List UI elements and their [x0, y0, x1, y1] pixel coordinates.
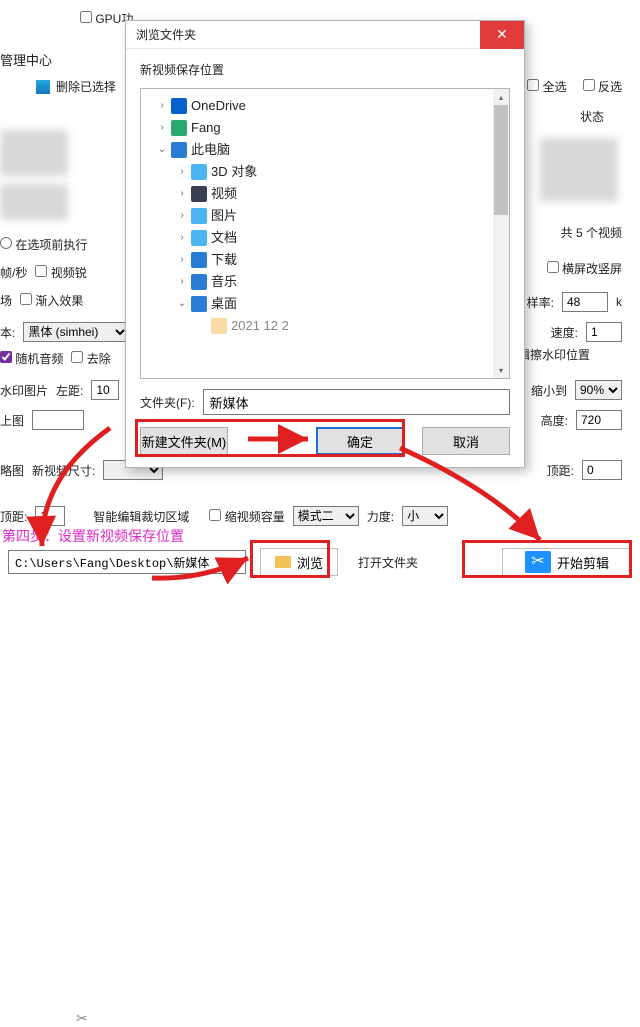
picture-icon [191, 208, 207, 224]
sample-rate-input[interactable] [562, 292, 608, 312]
ok-button[interactable]: 确定 [316, 427, 404, 455]
list-icon [36, 80, 50, 94]
erase-wm-label: 辑擦水印位置 [518, 346, 590, 363]
dialog-subtitle: 新视频保存位置 [140, 61, 510, 78]
random-audio-checkbox[interactable]: 随机音频 [0, 350, 63, 367]
folder-label: 文件夹(F): [140, 394, 195, 411]
cube-icon [191, 164, 207, 180]
top-input-2[interactable] [582, 460, 622, 480]
browse-button[interactable]: 浏览 [260, 548, 338, 576]
tree-node-dated[interactable]: 2021 12 2 [147, 315, 489, 337]
chevron-right-icon: › [177, 183, 187, 205]
select-all-checkbox[interactable]: 全选 [527, 78, 566, 95]
chevron-down-icon: ⌄ [177, 293, 187, 315]
scissors-icon [525, 551, 551, 573]
tree-node-pictures[interactable]: ›图片 [147, 205, 489, 227]
remove-checkbox[interactable]: 去除 [71, 350, 110, 367]
shrink-select[interactable]: 90% [575, 380, 622, 400]
top-label: 顶距: [0, 508, 27, 525]
computer-icon [171, 142, 187, 158]
tree-node-this-pc[interactable]: ⌄此电脑 [147, 139, 489, 161]
scene-label: 场 [0, 292, 12, 309]
mode-select[interactable]: 模式二 [293, 506, 359, 526]
scroll-down-icon[interactable]: ▾ [493, 362, 509, 378]
top-input[interactable] [35, 506, 65, 526]
before-exec-radio[interactable]: 在选项前执行 [0, 238, 87, 252]
start-edit-button[interactable]: 开始剪辑 [502, 548, 632, 576]
deselect-checkbox[interactable]: 反选 [583, 78, 622, 95]
open-folder-link[interactable]: 打开文件夹 [352, 554, 418, 571]
fadein-checkbox[interactable]: 渐入效果 [20, 292, 83, 309]
step4-heading: 第四步：设置新视频保存位置 [2, 526, 184, 546]
browse-label: 浏览 [297, 553, 323, 572]
film-icon [191, 186, 207, 202]
scissors-icon: ✂ [76, 1010, 88, 1027]
new-folder-button[interactable]: 新建文件夹(M) [140, 427, 228, 455]
left-label: 左距: [56, 382, 83, 399]
tree-node-user[interactable]: ›Fang [147, 117, 489, 139]
sharpen-checkbox[interactable]: 视频锐 [35, 264, 86, 281]
strength-label: 力度: [367, 508, 394, 525]
start-edit-label: 开始剪辑 [557, 553, 609, 572]
dialog-titlebar: 浏览文件夹 ✕ [126, 21, 524, 49]
height-label: 高度: [541, 412, 568, 429]
tree-node-3d-objects[interactable]: ›3D 对象 [147, 161, 489, 183]
chevron-right-icon: › [177, 249, 187, 271]
status-header: 状态 [580, 108, 604, 125]
chevron-right-icon: › [177, 205, 187, 227]
download-icon [191, 252, 207, 268]
delete-selected-button[interactable]: 删除已选择 [56, 78, 116, 95]
wm-image-label: 水印图片 [0, 382, 48, 399]
upper-input[interactable] [32, 410, 84, 430]
cloud-icon [171, 98, 187, 114]
height-input[interactable] [576, 410, 622, 430]
folder-tree: ›OneDrive ›Fang ⌄此电脑 ›3D 对象 ›视频 ›图片 ›文档 … [140, 88, 510, 379]
chevron-right-icon: › [177, 161, 187, 183]
video-count: 共 5 个视频 [561, 224, 622, 241]
mgmt-center-label: 管理中心 [0, 50, 52, 69]
tree-node-documents[interactable]: ›文档 [147, 227, 489, 249]
tree-node-desktop[interactable]: ⌄桌面 [147, 293, 489, 315]
close-button[interactable]: ✕ [480, 21, 524, 49]
top-label-2: 顶距: [547, 462, 574, 479]
dialog-title: 浏览文件夹 [136, 26, 196, 43]
tree-node-videos[interactable]: ›视频 [147, 183, 489, 205]
chevron-right-icon: › [177, 271, 187, 293]
tree-node-music[interactable]: ›音乐 [147, 271, 489, 293]
new-size-label: 新视频尺寸: [32, 462, 95, 479]
sample-rate-label: 样率: [527, 294, 554, 311]
scroll-up-icon[interactable]: ▴ [493, 89, 509, 105]
smart-crop-label: 智能编辑裁切区域 [93, 508, 189, 525]
speed-label: 速度: [551, 324, 578, 341]
chevron-down-icon: ⌄ [157, 139, 167, 161]
tree-node-downloads[interactable]: ›下载 [147, 249, 489, 271]
left-input[interactable] [91, 380, 119, 400]
cancel-button[interactable]: 取消 [422, 427, 510, 455]
tree-scrollbar[interactable]: ▴ ▾ [493, 89, 509, 378]
folder-icon [211, 318, 227, 334]
font-select[interactable]: 黑体 (simhei) [23, 322, 129, 342]
chevron-right-icon: › [177, 227, 187, 249]
strength-select[interactable]: 小 [402, 506, 448, 526]
desktop-icon [191, 296, 207, 312]
browse-folder-dialog: 浏览文件夹 ✕ 新视频保存位置 ›OneDrive ›Fang ⌄此电脑 ›3D… [125, 20, 525, 468]
font-label: 本: [0, 324, 15, 341]
speed-input[interactable] [586, 322, 622, 342]
horiz-to-vert-checkbox[interactable]: 横屏改竖屏 [547, 262, 622, 276]
scroll-thumb[interactable] [494, 105, 508, 215]
chevron-right-icon: › [157, 117, 167, 139]
folder-name-input[interactable] [203, 389, 510, 415]
user-icon [171, 120, 187, 136]
save-path-input[interactable] [8, 550, 246, 574]
tree-node-onedrive[interactable]: ›OneDrive [147, 95, 489, 117]
compress-checkbox[interactable]: 缩视频容量 [209, 508, 284, 525]
shrink-label: 缩小到 [531, 382, 567, 399]
music-icon [191, 274, 207, 290]
document-icon [191, 230, 207, 246]
fps-label: 帧/秒 [0, 264, 27, 281]
chevron-right-icon: › [157, 95, 167, 117]
folder-icon [275, 556, 291, 568]
